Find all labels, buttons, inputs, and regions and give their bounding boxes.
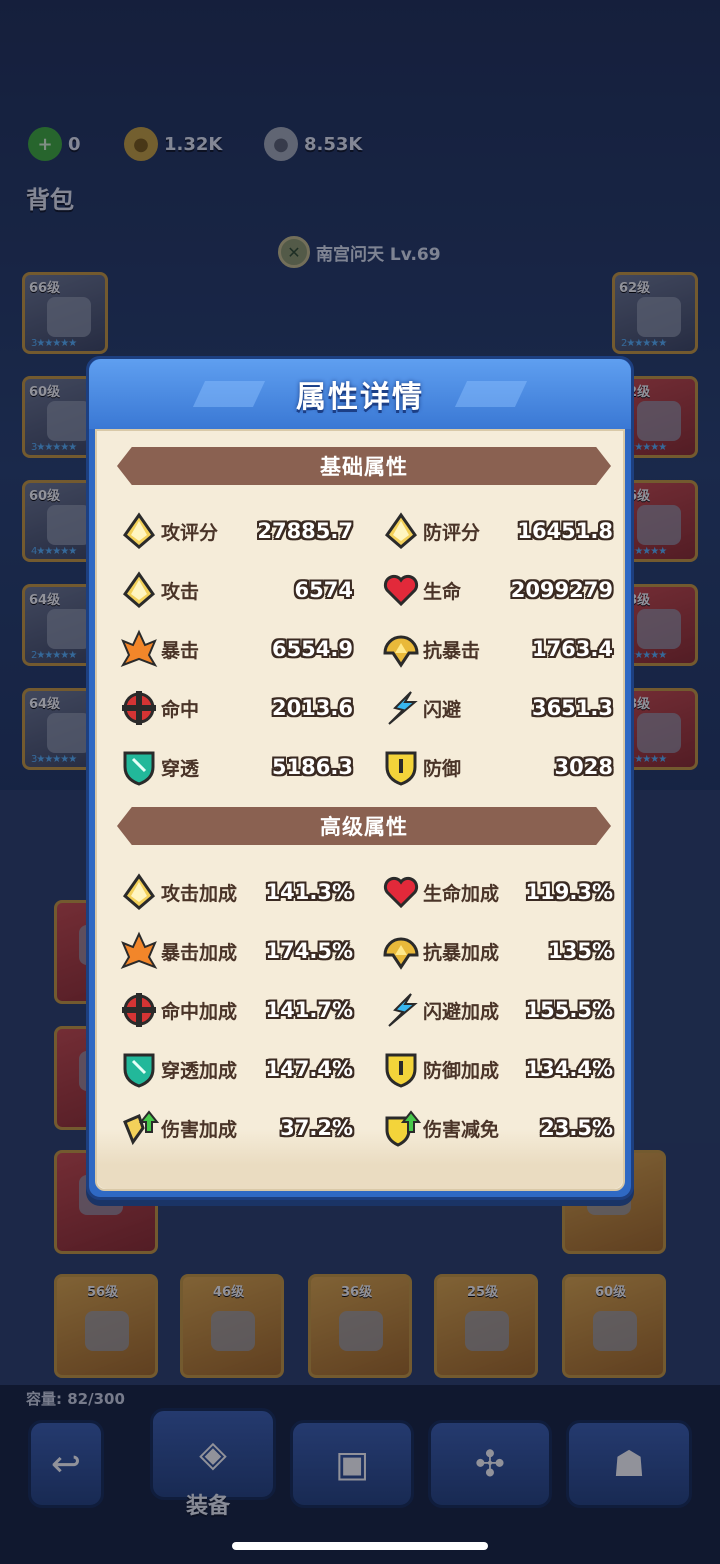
attr-value: 2013.6 (271, 696, 353, 720)
attr-value: 135% (548, 939, 613, 963)
crit-icon (117, 627, 161, 671)
attr-row: 抗暴加成 135% (379, 929, 613, 973)
attr-row: 生命 2099279 (379, 568, 613, 612)
attr-label: 防评分 (423, 521, 481, 544)
heart-icon (379, 568, 423, 612)
attr-value: 147.4% (265, 1057, 353, 1081)
dodge-icon (379, 988, 423, 1032)
attr-label: 闪避加成 (423, 1000, 500, 1023)
attr-row: 防御 3028 (379, 745, 613, 789)
attr-row: 闪避 3651.3 (379, 686, 613, 730)
attr-label: 防御 (423, 757, 462, 780)
attr-value: 23.5% (540, 1116, 613, 1140)
crosshair-icon (117, 686, 161, 730)
attr-row: 穿透 5186.3 (117, 745, 353, 789)
attr-value: 3651.3 (531, 696, 613, 720)
attr-value: 174.5% (265, 939, 353, 963)
attr-row: 抗暴击 1763.4 (379, 627, 613, 671)
attr-label: 穿透加成 (161, 1059, 238, 1082)
attr-row: 攻评分 27885.7 (117, 509, 353, 553)
modal-title: 属性详情 (296, 380, 424, 415)
attack-icon (117, 568, 161, 612)
attr-row: 穿透加成 147.4% (117, 1047, 353, 1091)
attr-value: 3028 (554, 755, 613, 779)
advanced-attributes-header: 高级属性 (117, 807, 611, 845)
damage-boost-icon (117, 1106, 161, 1150)
damage-reduce-icon (379, 1106, 423, 1150)
home-indicator[interactable] (232, 1542, 488, 1550)
attr-row: 伤害加成 37.2% (117, 1106, 353, 1150)
attack-score-icon (117, 509, 161, 553)
attr-value: 37.2% (280, 1116, 353, 1140)
header-decoration (454, 381, 528, 407)
basic-attributes-title: 基础属性 (320, 455, 408, 479)
pierce-icon (117, 1047, 161, 1091)
attr-value: 134.4% (525, 1057, 613, 1081)
attr-value: 141.7% (265, 998, 353, 1022)
attr-label: 生命 (423, 580, 462, 603)
attr-label: 暴击 (161, 639, 200, 662)
defense-score-icon (379, 509, 423, 553)
attr-value: 1763.4 (531, 637, 613, 661)
attribute-detail-modal: 属性详情 基础属性 攻评分 27885.7 防评分 16451.8 攻击 6574 生… (86, 356, 634, 1200)
attr-row: 防御加成 134.4% (379, 1047, 613, 1091)
attr-label: 闪避 (423, 698, 462, 721)
attr-label: 攻评分 (161, 521, 219, 544)
crosshair-icon (117, 988, 161, 1032)
basic-attributes-header: 基础属性 (117, 447, 611, 485)
attr-label: 抗暴加成 (423, 941, 500, 964)
dodge-icon (379, 686, 423, 730)
attr-row: 暴击加成 174.5% (117, 929, 353, 973)
crit-icon (117, 929, 161, 973)
attr-row: 攻击 6574 (117, 568, 353, 612)
attr-label: 暴击加成 (161, 941, 238, 964)
advanced-attributes-title: 高级属性 (320, 815, 408, 839)
attr-row: 攻击加成 141.3% (117, 870, 353, 914)
attr-value: 27885.7 (257, 519, 353, 543)
attack-icon (117, 870, 161, 914)
attr-value: 6554.9 (271, 637, 353, 661)
attr-value: 119.3% (525, 880, 613, 904)
shield-icon (379, 745, 423, 789)
attr-label: 生命加成 (423, 882, 500, 905)
attr-label: 伤害减免 (423, 1118, 500, 1141)
attr-label: 攻击 (161, 580, 200, 603)
attr-row: 命中加成 141.7% (117, 988, 353, 1032)
attr-label: 命中 (161, 698, 200, 721)
attr-label: 防御加成 (423, 1059, 500, 1082)
crit-resist-icon (379, 929, 423, 973)
attr-row: 防评分 16451.8 (379, 509, 613, 553)
attr-row: 闪避加成 155.5% (379, 988, 613, 1032)
attr-value: 141.3% (265, 880, 353, 904)
attr-label: 穿透 (161, 757, 200, 780)
pierce-icon (117, 745, 161, 789)
attr-label: 攻击加成 (161, 882, 238, 905)
attr-row: 生命加成 119.3% (379, 870, 613, 914)
attr-row: 命中 2013.6 (117, 686, 353, 730)
modal-header: 属性详情 (89, 359, 631, 429)
attr-value: 16451.8 (517, 519, 613, 543)
attr-value: 155.5% (525, 998, 613, 1022)
attr-value: 2099279 (510, 578, 613, 602)
attr-row: 伤害减免 23.5% (379, 1106, 613, 1150)
heart-icon (379, 870, 423, 914)
modal-body: 基础属性 攻评分 27885.7 防评分 16451.8 攻击 6574 生命 2099… (95, 429, 625, 1191)
shield-icon (379, 1047, 423, 1091)
attr-value: 6574 (294, 578, 353, 602)
header-decoration (192, 381, 266, 407)
crit-resist-icon (379, 627, 423, 671)
attr-label: 抗暴击 (423, 639, 481, 662)
attr-label: 命中加成 (161, 1000, 238, 1023)
attr-label: 伤害加成 (161, 1118, 238, 1141)
attr-row: 暴击 6554.9 (117, 627, 353, 671)
attr-value: 5186.3 (271, 755, 353, 779)
